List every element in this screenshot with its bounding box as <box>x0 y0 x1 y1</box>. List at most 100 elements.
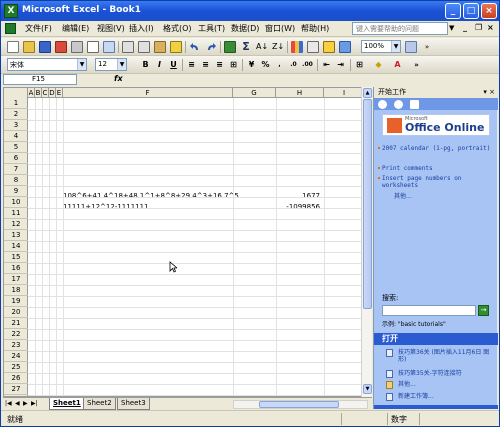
column-header-g[interactable]: G <box>233 88 276 98</box>
underline-button[interactable]: U <box>168 59 179 71</box>
horizontal-scrollbar[interactable] <box>233 400 368 409</box>
menu-format[interactable]: 格式(O) <box>163 23 192 34</box>
decrease-decimal-button[interactable]: .00 <box>302 59 313 71</box>
spelling-icon[interactable] <box>103 41 115 53</box>
link-2007-calendar[interactable]: 2007 calendar (1-pg, portrait) <box>378 145 492 152</box>
font-name-dropdown-icon[interactable]: ▼ <box>77 59 86 70</box>
close-button[interactable]: × <box>481 3 497 19</box>
minimize-button[interactable]: _ <box>445 3 461 19</box>
row-header-26[interactable]: 26 <box>4 373 28 384</box>
cell-f9[interactable]: 108^6+41.4^18+48.1^1+8^8+29.4^3+16.7^5 <box>63 192 239 200</box>
task-pane-close-button[interactable]: ▾ × <box>483 87 495 98</box>
menu-insert[interactable]: 插入(I) <box>129 23 154 34</box>
align-center-button[interactable]: ≡ <box>200 59 211 71</box>
row-header-8[interactable]: 8 <box>4 175 28 186</box>
hyperlink-icon[interactable] <box>224 41 236 53</box>
menu-file[interactable]: 文件(F) <box>25 23 52 34</box>
row-header-7[interactable]: 7 <box>4 164 28 175</box>
row-header-5[interactable]: 5 <box>4 142 28 153</box>
office-help-icon[interactable] <box>405 41 417 53</box>
vertical-scroll-thumb[interactable] <box>363 99 372 309</box>
row-header-4[interactable]: 4 <box>4 131 28 142</box>
increase-decimal-button[interactable]: .0 <box>288 59 299 71</box>
cut-icon[interactable] <box>122 41 134 53</box>
last-sheet-icon[interactable]: ▶| <box>31 400 38 407</box>
toolbar-options-icon-2[interactable]: » <box>411 59 422 71</box>
menu-edit[interactable]: 编辑(E) <box>62 23 89 34</box>
row-header-3[interactable]: 3 <box>4 120 28 131</box>
column-header-b[interactable]: B <box>35 88 42 98</box>
office-online-logo[interactable]: Microsoft Office Online <box>382 114 490 136</box>
open-icon[interactable] <box>23 41 35 53</box>
row-header-11[interactable]: 11 <box>4 208 28 219</box>
column-header-a[interactable]: A <box>28 88 35 98</box>
row-header-23[interactable]: 23 <box>4 340 28 351</box>
toolbar-options-icon[interactable]: » <box>421 41 433 53</box>
currency-button[interactable]: ¥ <box>246 59 257 71</box>
row-header-15[interactable]: 15 <box>4 252 28 263</box>
name-box[interactable]: F15 <box>3 74 77 85</box>
cell-h10[interactable]: -1099856 <box>276 203 320 211</box>
row-header-18[interactable]: 18 <box>4 285 28 296</box>
sheet-tab-sheet2[interactable]: Sheet2 <box>83 398 116 410</box>
row-header-1[interactable]: 1 <box>4 98 28 109</box>
print-preview-icon[interactable] <box>87 41 99 53</box>
row-header-13[interactable]: 13 <box>4 230 28 241</box>
drawing-icon[interactable] <box>307 41 319 53</box>
column-header-h[interactable]: H <box>276 88 324 98</box>
copy-icon[interactable] <box>138 41 150 53</box>
fill-color-icon[interactable]: ◆ <box>373 59 384 71</box>
doc-restore-button[interactable]: ❐ <box>475 23 482 32</box>
comma-style-button[interactable]: , <box>274 59 285 71</box>
font-size-select[interactable]: 12 ▼ <box>95 58 127 71</box>
excel-app-icon[interactable]: X <box>4 4 18 18</box>
align-left-button[interactable]: ≡ <box>186 59 197 71</box>
redo-icon[interactable] <box>205 41 217 53</box>
row-header-17[interactable]: 17 <box>4 274 28 285</box>
scroll-up-icon[interactable]: ▲ <box>363 88 372 98</box>
sheet-tab-sheet1[interactable]: Sheet1 <box>49 398 85 410</box>
column-header-f[interactable]: F <box>63 88 233 98</box>
menu-window[interactable]: 窗口(W) <box>265 23 295 34</box>
menu-view[interactable]: 视图(V) <box>97 23 125 34</box>
first-sheet-icon[interactable]: |◀ <box>5 400 12 407</box>
forward-icon[interactable] <box>394 100 403 109</box>
row-header-22[interactable]: 22 <box>4 329 28 340</box>
column-header-e[interactable]: E <box>56 88 63 98</box>
row-header-21[interactable]: 21 <box>4 318 28 329</box>
row-header-24[interactable]: 24 <box>4 351 28 362</box>
row-header-27[interactable]: 27 <box>4 384 28 395</box>
research-icon[interactable] <box>323 41 335 53</box>
row-header-12[interactable]: 12 <box>4 219 28 230</box>
italic-button[interactable]: I <box>154 59 165 71</box>
prev-sheet-icon[interactable]: ◀ <box>15 400 20 407</box>
menu-help[interactable]: 帮助(H) <box>301 23 329 34</box>
search-go-icon[interactable]: → <box>478 305 489 316</box>
new-workbook-link[interactable]: 新建工作簿... <box>398 393 494 400</box>
maximize-button[interactable]: □ <box>463 3 479 19</box>
autosum-icon[interactable]: Σ <box>240 41 252 53</box>
column-header-i[interactable]: I <box>324 88 362 98</box>
row-header-9[interactable]: 9 <box>4 186 28 197</box>
help-dropdown-icon[interactable]: ▼ <box>449 24 454 32</box>
permission-icon[interactable] <box>55 41 67 53</box>
cell-h9[interactable]: 1677 <box>276 192 320 200</box>
row-header-20[interactable]: 20 <box>4 307 28 318</box>
borders-icon[interactable]: ⊞ <box>354 59 365 71</box>
font-name-select[interactable]: 宋体 ▼ <box>7 58 87 71</box>
document-icon[interactable] <box>5 23 16 34</box>
help-icon[interactable] <box>339 41 351 53</box>
more-files-link[interactable]: 其他... <box>398 381 494 388</box>
bold-button[interactable]: B <box>140 59 151 71</box>
next-sheet-icon[interactable]: ▶ <box>23 400 28 407</box>
menu-tools[interactable]: 工具(T) <box>198 23 225 34</box>
align-right-button[interactable]: ≡ <box>214 59 225 71</box>
menu-data[interactable]: 数据(D) <box>231 23 259 34</box>
save-icon[interactable] <box>39 41 51 53</box>
chart-wizard-icon[interactable] <box>291 41 303 53</box>
zoom-dropdown-icon[interactable]: ▼ <box>391 41 400 52</box>
back-icon[interactable] <box>378 100 387 109</box>
column-header-c[interactable]: C <box>42 88 49 98</box>
print-icon[interactable] <box>71 41 83 53</box>
merge-center-button[interactable]: ⊞ <box>228 59 239 71</box>
